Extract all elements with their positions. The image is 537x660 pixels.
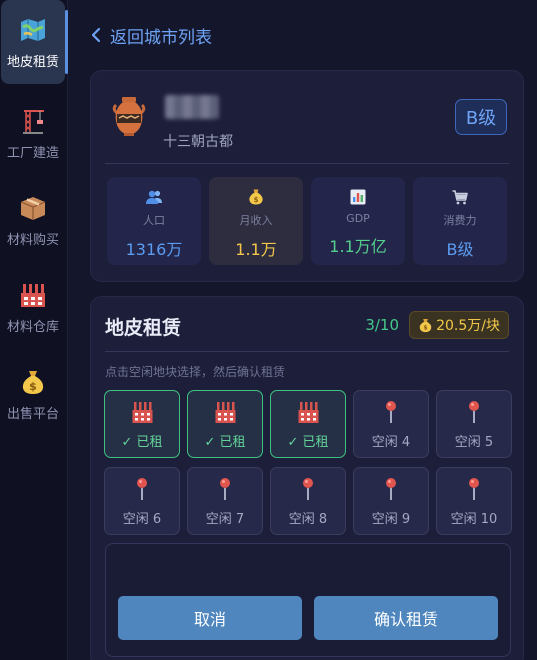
stat-value: 1.1万亿 (329, 237, 387, 256)
pin-icon (386, 477, 396, 500)
city-subtitle: 十三朝古都 (163, 134, 233, 150)
pin-icon (137, 477, 147, 500)
pin-icon (386, 400, 396, 423)
bar-chart-icon (350, 189, 366, 205)
divider (105, 351, 509, 352)
stat-value: 1316万 (125, 240, 183, 259)
svg-text:$: $ (423, 324, 427, 331)
sidebar-item-label: 材料购买 (6, 232, 59, 248)
plot-1[interactable]: ✓ 已租 (104, 390, 180, 458)
plot-9[interactable]: 空闲 9 (353, 467, 429, 535)
svg-text:$: $ (254, 196, 259, 204)
plot-status: 空闲 9 (371, 511, 411, 527)
land-lease-panel: 地皮租赁 3/10 $ 20.5万/块 点击空闲地块选择，然后确认租赁 ✓ 已租… (90, 296, 524, 660)
divider (105, 163, 509, 164)
chevron-left-icon (91, 27, 101, 43)
stat-label: GDP (346, 212, 370, 225)
sidebar-item-factory-build[interactable]: 工厂建造 (0, 91, 66, 175)
price-badge: $ 20.5万/块 (409, 311, 509, 339)
plot-status: 空闲 10 (450, 511, 498, 527)
confirm-lease-button[interactable]: 确认租赁 (314, 596, 498, 640)
plot-7[interactable]: 空闲 7 (187, 467, 263, 535)
sidebar-item-material-buy[interactable]: 材料购买 (0, 178, 66, 262)
people-icon (146, 190, 162, 204)
amphora-icon (112, 97, 146, 136)
sidebar-item-label: 工厂建造 (6, 145, 59, 161)
factory-icon (298, 401, 319, 423)
sidebar-item-label: 地皮租赁 (6, 54, 59, 70)
hint-text: 点击空闲地块选择，然后确认租赁 (105, 365, 286, 379)
crane-icon (23, 109, 44, 134)
money-bag-icon: $ (249, 189, 263, 205)
city-info-card: 十三朝古都 B级 人口 1316万 $ 月收入 1.1万 GDP 1.1万亿 消… (90, 70, 524, 282)
plot-status: 空闲 5 (454, 434, 494, 450)
plot-status: 空闲 7 (205, 511, 245, 527)
plot-3[interactable]: ✓ 已租 (270, 390, 346, 458)
sidebar-item-material-warehouse[interactable]: 材料仓库 (0, 265, 66, 349)
stat-population: 人口 1316万 (107, 177, 201, 265)
stat-monthly-income: $ 月收入 1.1万 (209, 177, 303, 265)
factory-icon (132, 401, 153, 423)
plot-6[interactable]: 空闲 6 (104, 467, 180, 535)
money-bag-icon: $ (419, 318, 432, 332)
map-icon (21, 18, 45, 41)
plot-status: ✓ 已租 (204, 434, 246, 450)
cancel-button[interactable]: 取消 (118, 596, 302, 640)
svg-text:$: $ (29, 380, 37, 393)
plot-2[interactable]: ✓ 已租 (187, 390, 263, 458)
plot-status: ✓ 已租 (121, 434, 163, 450)
stat-value: 1.1万 (235, 240, 277, 259)
sidebar-item-label: 出售平台 (6, 406, 59, 422)
back-label: 返回城市列表 (110, 27, 212, 48)
city-grade-badge: B级 (455, 99, 507, 135)
stat-consumption-power: 消费力 B级 (413, 177, 507, 265)
plot-8[interactable]: 空闲 8 (270, 467, 346, 535)
plot-10[interactable]: 空闲 10 (436, 467, 512, 535)
sidebar-item-sales-platform[interactable]: $ 出售平台 (0, 352, 66, 436)
panel-title: 地皮租赁 (105, 317, 182, 339)
plot-status: 空闲 8 (288, 511, 328, 527)
sidebar: 地皮租赁 工厂建造 材料购买 材料仓库 $ 出售平台 (0, 0, 68, 660)
stat-label: 月收入 (239, 214, 273, 227)
plot-status: 空闲 6 (122, 511, 162, 527)
stat-value: B级 (446, 240, 474, 259)
money-bag-icon: $ (22, 370, 44, 394)
plot-status: 空闲 4 (371, 434, 411, 450)
pin-icon (303, 477, 313, 500)
factory-icon (215, 401, 236, 423)
city-name-redacted (165, 95, 219, 119)
stat-label: 人口 (143, 214, 165, 227)
price-label: 20.5万/块 (436, 318, 500, 334)
sidebar-item-label: 材料仓库 (6, 319, 59, 335)
box-icon (20, 196, 46, 220)
pin-icon (220, 477, 230, 500)
stat-label: 消费力 (443, 214, 477, 227)
factory-icon (21, 283, 45, 307)
plot-status: ✓ 已租 (287, 434, 329, 450)
pin-icon (469, 477, 479, 500)
plot-4[interactable]: 空闲 4 (353, 390, 429, 458)
plot-5[interactable]: 空闲 5 (436, 390, 512, 458)
lease-action-box: 取消 确认租赁 (105, 543, 511, 657)
back-to-city-list-button[interactable]: 返回城市列表 (90, 22, 212, 48)
stat-gdp: GDP 1.1万亿 (311, 177, 405, 265)
pin-icon (469, 400, 479, 423)
sidebar-item-land-lease[interactable]: 地皮租赁 (1, 0, 68, 84)
cart-icon (452, 190, 468, 205)
rented-count: 3/10 (365, 316, 399, 334)
